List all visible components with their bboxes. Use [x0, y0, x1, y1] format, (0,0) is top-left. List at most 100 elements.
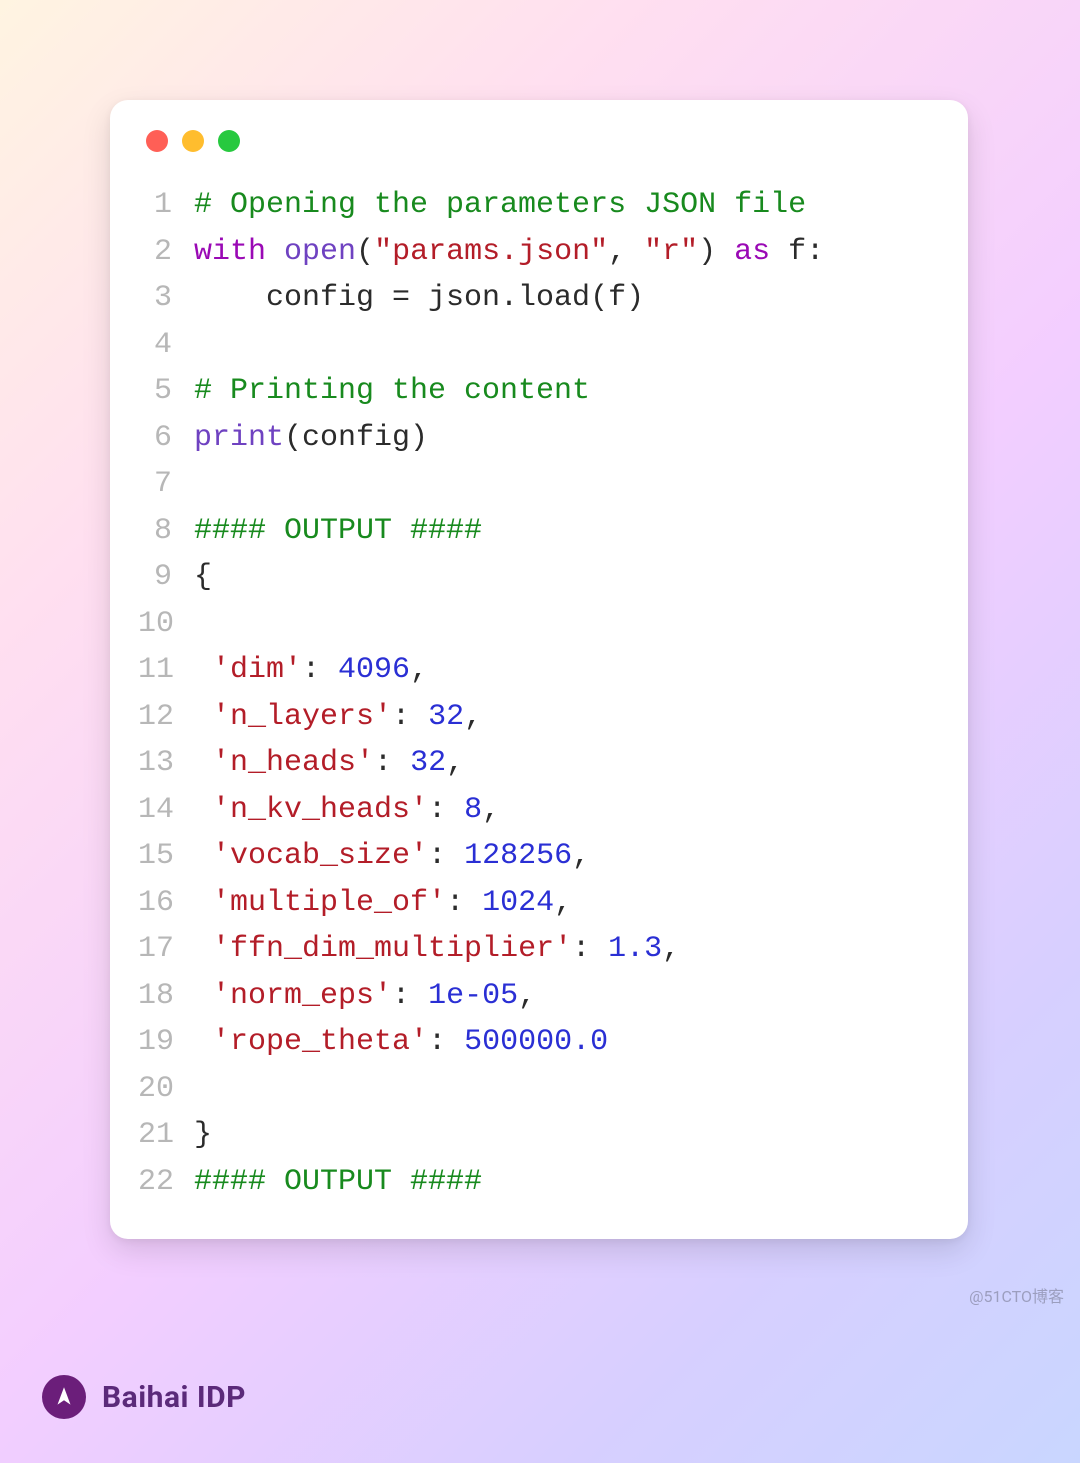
line-number: 11: [138, 647, 194, 694]
line-content: 'multiple_of': 1024,: [194, 880, 930, 927]
code-token: 1024: [482, 886, 554, 920]
code-token: "params.json": [374, 235, 608, 269]
line-content: # Opening the parameters JSON file: [194, 182, 930, 229]
code-line: 1# Opening the parameters JSON file: [138, 182, 930, 229]
code-token: [266, 235, 284, 269]
line-number: 20: [138, 1066, 194, 1113]
code-token: as: [734, 235, 770, 269]
code-line: 17 'ffn_dim_multiplier': 1.3,: [138, 926, 930, 973]
code-token: [194, 932, 212, 966]
line-number: 2: [138, 229, 194, 276]
line-number: 10: [138, 601, 194, 648]
code-line: 7: [138, 461, 930, 508]
code-token: [194, 979, 212, 1013]
line-number: 4: [138, 322, 194, 369]
code-line: 15 'vocab_size': 128256,: [138, 833, 930, 880]
line-content: 'n_kv_heads': 8,: [194, 787, 930, 834]
code-token: :: [392, 700, 428, 734]
line-content: [194, 601, 930, 648]
code-line: 22#### OUTPUT ####: [138, 1159, 930, 1206]
code-token: :: [428, 839, 464, 873]
close-icon[interactable]: [146, 130, 168, 152]
code-token: ,: [446, 746, 464, 780]
code-token: print: [194, 421, 284, 455]
code-line: 10: [138, 601, 930, 648]
code-token: :: [392, 979, 428, 1013]
code-token: 1e-05: [428, 979, 518, 1013]
code-token: ,: [410, 653, 428, 687]
code-token: # Opening the parameters JSON file: [194, 188, 806, 222]
code-token: 32: [428, 700, 464, 734]
code-token: config = json.load(f): [194, 281, 644, 315]
code-token: ,: [482, 793, 500, 827]
code-line: 14 'n_kv_heads': 8,: [138, 787, 930, 834]
brand-name: Baihai IDP: [102, 1380, 246, 1415]
brand: Baihai IDP: [42, 1375, 246, 1419]
code-line: 19 'rope_theta': 500000.0: [138, 1019, 930, 1066]
code-line: 13 'n_heads': 32,: [138, 740, 930, 787]
minimize-icon[interactable]: [182, 130, 204, 152]
line-content: 'ffn_dim_multiplier': 1.3,: [194, 926, 930, 973]
line-content: config = json.load(f): [194, 275, 930, 322]
zoom-icon[interactable]: [218, 130, 240, 152]
code-token: 500000.0: [464, 1025, 608, 1059]
code-token: #### OUTPUT ####: [194, 1165, 482, 1199]
line-number: 5: [138, 368, 194, 415]
line-content: 'vocab_size': 128256,: [194, 833, 930, 880]
line-number: 9: [138, 554, 194, 601]
code-line: 5# Printing the content: [138, 368, 930, 415]
code-line: 20: [138, 1066, 930, 1113]
code-token: ,: [554, 886, 572, 920]
line-number: 8: [138, 508, 194, 555]
line-content: }: [194, 1112, 930, 1159]
code-token: 'norm_eps': [212, 979, 392, 1013]
line-content: with open("params.json", "r") as f:: [194, 229, 930, 276]
line-content: 'n_layers': 32,: [194, 694, 930, 741]
code-line: 3 config = json.load(f): [138, 275, 930, 322]
code-token: ,: [662, 932, 680, 966]
code-token: 8: [464, 793, 482, 827]
code-token: {: [194, 560, 212, 594]
line-content: 'rope_theta': 500000.0: [194, 1019, 930, 1066]
code-token: [194, 700, 212, 734]
line-number: 6: [138, 415, 194, 462]
line-content: 'dim': 4096,: [194, 647, 930, 694]
line-content: 'norm_eps': 1e-05,: [194, 973, 930, 1020]
line-number: 18: [138, 973, 194, 1020]
line-number: 13: [138, 740, 194, 787]
code-token: 4096: [338, 653, 410, 687]
code-token: (: [356, 235, 374, 269]
code-token: :: [572, 932, 608, 966]
code-token: ,: [464, 700, 482, 734]
line-content: 'n_heads': 32,: [194, 740, 930, 787]
code-token: (config): [284, 421, 428, 455]
code-block: 1# Opening the parameters JSON file2with…: [138, 182, 930, 1205]
code-token: 'ffn_dim_multiplier': [212, 932, 572, 966]
code-token: 'n_heads': [212, 746, 374, 780]
line-content: {: [194, 554, 930, 601]
code-token: f:: [770, 235, 824, 269]
line-number: 22: [138, 1159, 194, 1206]
line-number: 1: [138, 182, 194, 229]
line-content: # Printing the content: [194, 368, 930, 415]
code-token: with: [194, 235, 266, 269]
code-line: 6print(config): [138, 415, 930, 462]
line-content: #### OUTPUT ####: [194, 508, 930, 555]
code-token: #### OUTPUT ####: [194, 514, 482, 548]
code-line: 2with open("params.json", "r") as f:: [138, 229, 930, 276]
code-token: # Printing the content: [194, 374, 590, 408]
code-token: }: [194, 1118, 212, 1152]
code-token: ,: [518, 979, 536, 1013]
code-token: :: [374, 746, 410, 780]
line-content: [194, 322, 930, 369]
watermark: @51CTO博客: [969, 1283, 1064, 1307]
code-token: 'n_layers': [212, 700, 392, 734]
code-token: [194, 746, 212, 780]
line-number: 16: [138, 880, 194, 927]
code-token: ,: [572, 839, 590, 873]
code-token: 32: [410, 746, 446, 780]
code-line: 9{: [138, 554, 930, 601]
code-token: [194, 886, 212, 920]
line-content: [194, 1066, 930, 1113]
code-line: 4: [138, 322, 930, 369]
